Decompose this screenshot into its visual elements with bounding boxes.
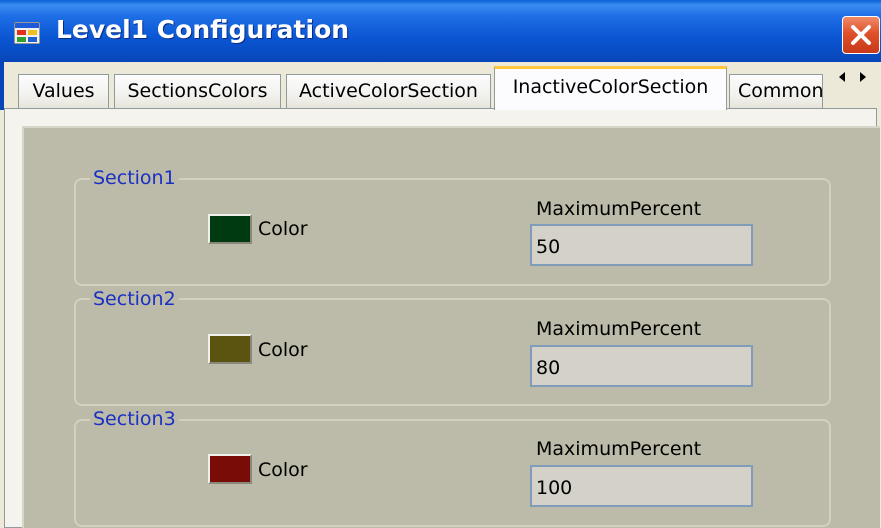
section3-color-label: Color — [258, 459, 308, 481]
section2-maximum-percent-input[interactable]: 80 — [530, 345, 753, 387]
tab-sections-colors[interactable]: SectionsColors — [114, 74, 281, 108]
section2-color-label: Color — [258, 339, 308, 361]
close-icon — [851, 25, 871, 45]
section1-color-swatch[interactable] — [208, 214, 252, 244]
tab-scroll-right-button[interactable] — [853, 70, 873, 90]
tab-label: SectionsColors — [127, 80, 268, 102]
tab-label: ActiveColorSection — [299, 80, 478, 102]
configuration-window: Level1 Configuration Values SectionsColo… — [0, 0, 881, 528]
section1-maximum-percent-input[interactable]: 50 — [530, 224, 753, 266]
tab-active-color-section[interactable]: ActiveColorSection — [286, 74, 491, 108]
section1-maximum-percent-label: MaximumPercent — [536, 198, 702, 220]
section1-color-label: Color — [258, 218, 308, 240]
arrow-right-icon — [860, 72, 866, 82]
section3-maximum-percent-input[interactable]: 100 — [530, 465, 753, 507]
section3-maximum-percent-label: MaximumPercent — [536, 438, 702, 460]
section3-legend: Section3 — [90, 408, 179, 430]
tab-scroll-left-button[interactable] — [832, 70, 852, 90]
arrow-left-icon — [839, 72, 845, 82]
window-title: Level1 Configuration — [56, 15, 350, 44]
close-button[interactable] — [842, 16, 880, 54]
title-bar[interactable]: Level1 Configuration — [0, 0, 881, 62]
tab-inactive-color-section[interactable]: InactiveColorSection — [494, 66, 727, 110]
tab-common[interactable]: Common — [729, 74, 823, 108]
section3-color-swatch[interactable] — [208, 454, 252, 484]
app-icon — [14, 22, 40, 44]
section2-maximum-percent-label: MaximumPercent — [536, 318, 702, 340]
tab-values[interactable]: Values — [18, 74, 109, 108]
tab-label: InactiveColorSection — [512, 76, 709, 98]
tab-label: Common — [738, 80, 823, 102]
section2-color-swatch[interactable] — [208, 334, 252, 364]
section1-legend: Section1 — [90, 167, 179, 189]
section2-legend: Section2 — [90, 288, 179, 310]
tab-label: Values — [32, 80, 95, 102]
